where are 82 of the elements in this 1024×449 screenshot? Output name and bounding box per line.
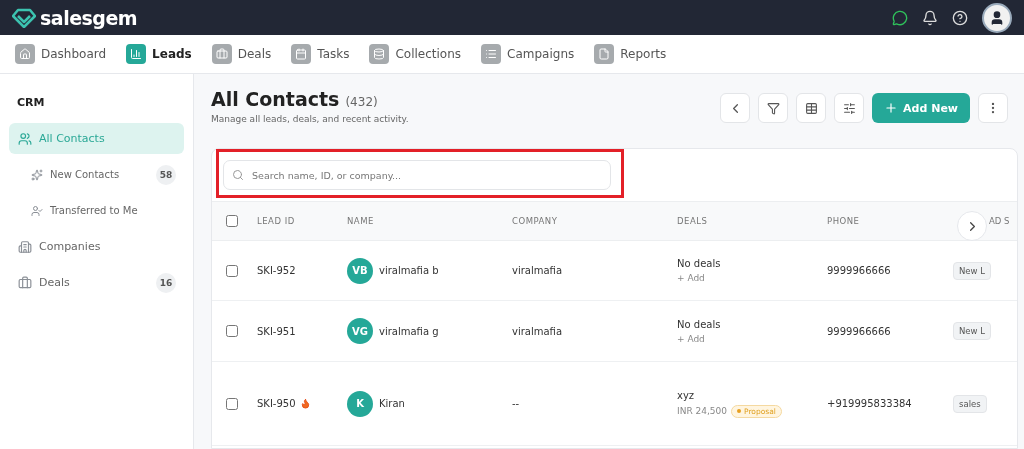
lead-id: SKI-950: [257, 398, 296, 409]
filter-button[interactable]: [758, 93, 789, 123]
deal-name: No deals: [677, 258, 721, 269]
select-all-checkbox[interactable]: [226, 215, 238, 227]
page-title: All Contacts: [211, 88, 340, 110]
document-icon: [594, 44, 615, 64]
sidebar-label: New Contacts: [50, 169, 120, 180]
column-header: NAME: [347, 201, 512, 241]
count-badge: 58: [156, 164, 176, 185]
contact-count: (432): [345, 95, 378, 109]
sidebar-label: Companies: [39, 240, 101, 253]
nav-tab[interactable]: Reports: [594, 44, 667, 64]
column-header: COMPANY: [512, 201, 677, 241]
briefcase-icon: [211, 44, 232, 64]
add-deal-link[interactable]: + Add: [677, 333, 721, 344]
sidebar-item[interactable]: New Contacts 58: [9, 159, 184, 190]
building-icon: [18, 239, 32, 254]
sidebar-item[interactable]: Deals 16: [9, 267, 184, 298]
settings-button[interactable]: [834, 93, 865, 123]
row-checkbox[interactable]: [226, 325, 238, 337]
search-field[interactable]: Search name, ID, or company...: [223, 160, 611, 190]
deal-amount: INR 24,500: [677, 406, 727, 416]
help-icon[interactable]: [952, 9, 968, 26]
status-tag: New L: [953, 322, 991, 340]
row-checkbox[interactable]: [226, 264, 238, 277]
briefcase-icon: [18, 275, 32, 290]
nav-tab[interactable]: Collections: [369, 44, 462, 64]
nav-tab[interactable]: Tasks: [291, 44, 350, 64]
contact-name: Kiran: [379, 398, 405, 409]
add-deal-link[interactable]: + Add: [677, 273, 721, 283]
lead-id: SKI-952: [257, 265, 296, 276]
plus-icon: [884, 101, 899, 115]
company-name: viralmafia: [512, 325, 562, 337]
calendar-icon: [291, 44, 312, 64]
whatsapp-icon[interactable]: [892, 9, 908, 26]
phone-number: 9999966666: [827, 265, 891, 276]
contact-name: viralmafia g: [379, 325, 439, 337]
page-subtitle: Manage all leads, deals, and recent activity.: [211, 114, 409, 124]
phone-number: +919995833384: [827, 398, 912, 409]
status-tag: New L: [953, 261, 991, 280]
filter-icon: [766, 101, 780, 115]
avatar-icon[interactable]: [982, 2, 1012, 33]
table-view-button[interactable]: [796, 93, 827, 123]
diamond-logo-icon: [12, 7, 36, 28]
row-checkbox[interactable]: [226, 397, 238, 410]
nav-tab[interactable]: Campaigns: [481, 44, 575, 64]
company-name: viralmafia: [512, 265, 562, 276]
bar-chart-icon: [126, 44, 147, 64]
sidebar-title: CRM: [17, 96, 46, 109]
brand-name: salesgem: [40, 6, 138, 29]
sidebar-label: Transferred to Me: [50, 205, 138, 216]
column-header: PHONE: [827, 201, 953, 241]
contact-name: viralmafia b: [379, 265, 439, 276]
user-check-icon: [31, 204, 43, 217]
company-name: --: [512, 398, 520, 409]
column-header: LEAD ID: [257, 201, 347, 241]
sidebar-item[interactable]: Companies: [9, 231, 184, 262]
lead-id: SKI-951: [257, 325, 296, 337]
nav-tab[interactable]: Dashboard: [15, 44, 107, 64]
column-header: DEALS: [677, 201, 827, 241]
count-badge: 16: [156, 272, 176, 293]
nav-tab[interactable]: Leads: [126, 44, 192, 64]
sidebar-label: Deals: [39, 276, 70, 289]
sparkles-icon: [31, 168, 43, 181]
deal-name: xyz: [677, 389, 696, 401]
initials-avatar: VG: [347, 318, 373, 344]
list-icon: [481, 44, 502, 64]
phone-number: 9999966666: [827, 325, 891, 337]
table-icon: [804, 101, 818, 115]
home-icon: [15, 44, 35, 64]
database-icon: [369, 44, 390, 64]
users-icon: [18, 131, 32, 146]
notification-icon[interactable]: [922, 9, 938, 26]
status-tag: sales: [953, 394, 987, 413]
sliders-icon: [842, 101, 856, 115]
search-icon: [232, 169, 244, 181]
initials-avatar: K: [347, 390, 373, 417]
nav-tab[interactable]: Deals: [211, 44, 272, 64]
sidebar-label: All Contacts: [39, 132, 105, 145]
sidebar-item[interactable]: Transferred to Me: [9, 195, 184, 226]
deal-name: No deals: [677, 318, 721, 330]
initials-avatar: VB: [347, 257, 373, 284]
